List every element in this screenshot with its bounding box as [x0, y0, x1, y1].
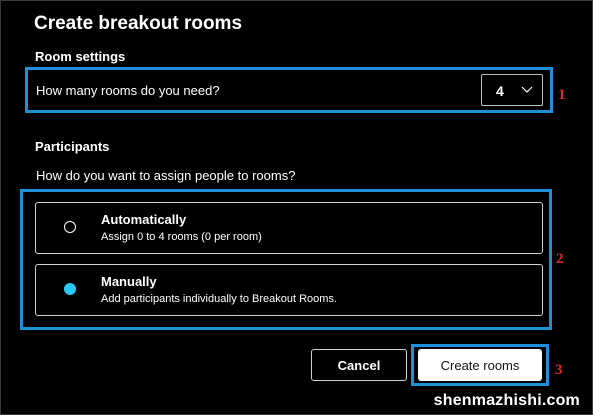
option-description: Add participants individually to Breakou… [101, 293, 338, 305]
create-rooms-button[interactable]: Create rooms [418, 349, 542, 381]
option-title: Automatically [101, 212, 187, 227]
chevron-down-icon [521, 86, 533, 93]
room-count-question: How many rooms do you need? [36, 83, 220, 98]
annotation-marker-1: 1 [558, 87, 566, 103]
cancel-button[interactable]: Cancel [311, 349, 407, 381]
annotation-marker-3: 3 [555, 362, 563, 378]
radio-checked-icon[interactable] [64, 283, 76, 295]
watermark-text: shenmazhishi.com [433, 392, 580, 409]
room-settings-heading: Room settings [35, 49, 126, 64]
assign-question: How do you want to assign people to room… [36, 168, 296, 183]
dialog-title: Create breakout rooms [34, 13, 243, 34]
participants-heading: Participants [35, 139, 110, 154]
assign-option-automatically[interactable]: Automatically Assign 0 to 4 rooms (0 per… [35, 202, 543, 254]
create-breakout-rooms-dialog: Create breakout rooms Room settings 1 Ho… [0, 0, 593, 415]
radio-unchecked-icon[interactable] [64, 221, 76, 233]
option-title: Manually [101, 274, 157, 289]
annotation-marker-2: 2 [556, 251, 564, 267]
assign-option-manually[interactable]: Manually Add participants individually t… [35, 264, 543, 316]
room-count-dropdown[interactable]: 4 [481, 74, 543, 106]
room-count-value: 4 [496, 83, 504, 99]
option-description: Assign 0 to 4 rooms (0 per room) [101, 231, 262, 243]
